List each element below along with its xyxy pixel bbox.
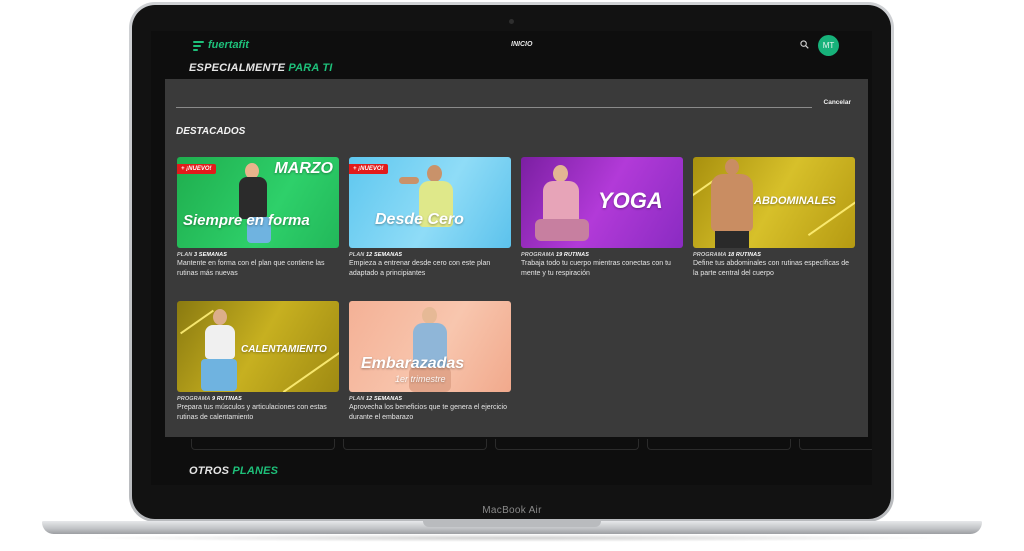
search-overlay: Cancelar DESTACADOS + ¡NUEVO! MARZO Siem… (165, 79, 868, 437)
card-description: Mantente en forma con el plan que contie… (177, 260, 325, 277)
new-badge: + ¡NUEVO! (349, 164, 388, 174)
background-card (647, 439, 791, 450)
card-description: Aprovecha los beneficios que te genera e… (349, 404, 507, 421)
card-meta: PLAN 12 SEMANAS (349, 396, 403, 402)
card-thumbnail: CALENTAMIENTO (177, 301, 339, 392)
logo-text: fuertafit (208, 39, 249, 51)
card-description: Prepara tus músculos y articulaciones co… (177, 404, 327, 421)
avatar[interactable]: MT (818, 35, 839, 56)
search-icon[interactable] (800, 40, 809, 49)
laptop-shadow (70, 534, 954, 542)
background-card (343, 439, 487, 450)
featured-heading: DESTACADOS (176, 126, 246, 137)
app-logo[interactable]: fuertafit (193, 39, 249, 51)
section-title-other: OTROS PLANES (189, 465, 279, 477)
featured-card[interactable]: Embarazadas 1er trimestre PLAN 12 SEMANA… (349, 301, 511, 423)
card-thumbnail: ABDOMINALES (693, 157, 855, 248)
background-card (495, 439, 639, 450)
card-meta: PLAN 12 SEMANAS (349, 252, 403, 258)
new-badge: + ¡NUEVO! (177, 164, 216, 174)
card-thumbnail: + ¡NUEVO! MARZO Siempre en forma (177, 157, 339, 248)
search-input[interactable] (176, 107, 812, 108)
card-title: ABDOMINALES (754, 195, 836, 207)
card-meta: PROGRAMA 9 RUTINAS (177, 396, 242, 402)
cancel-button[interactable]: Cancelar (824, 99, 851, 106)
featured-card[interactable]: + ¡NUEVO! Desde Cero PLAN 12 SEMANAS Emp… (349, 157, 511, 279)
featured-card[interactable]: ABDOMINALES PROGRAMA 18 RUTINAS Define t… (693, 157, 855, 279)
card-description: Empieza a entrenar desde cero con este p… (349, 260, 491, 277)
featured-card[interactable]: YOGA PROGRAMA 19 RUTINAS Trabaja todo tu… (521, 157, 683, 279)
card-thumbnail: YOGA (521, 157, 683, 248)
section-title-special: ESPECIALMENTE PARA TI (189, 62, 333, 74)
card-thumbnail: + ¡NUEVO! Desde Cero (349, 157, 511, 248)
logo-icon (193, 40, 205, 51)
laptop-notch (423, 521, 601, 527)
nav-home-link[interactable]: INICIO (511, 41, 532, 48)
device-label: MacBook Air (482, 505, 542, 516)
card-description: Trabaja todo tu cuerpo mientras conectas… (521, 260, 671, 277)
card-title: Siempre en forma (183, 212, 310, 229)
card-title: Desde Cero (375, 211, 464, 228)
card-title: CALENTAMIENTO (241, 344, 327, 355)
card-subtitle: 1er trimestre (395, 374, 446, 384)
background-card (191, 439, 335, 450)
card-title: YOGA (598, 188, 663, 213)
app-screen: fuertafit INICIO MT ESPECIALMENTE PARA T… (151, 31, 872, 485)
card-title: Embarazadas (361, 355, 465, 372)
card-meta: PROGRAMA 19 RUTINAS (521, 252, 590, 258)
card-meta: PLAN 3 SEMANAS (177, 252, 228, 258)
card-description: Define tus abdominales con rutinas espec… (693, 260, 850, 277)
card-meta: PROGRAMA 18 RUTINAS (693, 252, 762, 258)
featured-card[interactable]: CALENTAMIENTO PROGRAMA 9 RUTINAS Prepara… (177, 301, 339, 423)
background-card (799, 439, 872, 450)
card-title-top: MARZO (274, 160, 333, 177)
card-thumbnail: Embarazadas 1er trimestre (349, 301, 511, 392)
camera-icon (509, 19, 514, 24)
featured-card[interactable]: + ¡NUEVO! MARZO Siempre en forma PLAN 3 … (177, 157, 339, 279)
